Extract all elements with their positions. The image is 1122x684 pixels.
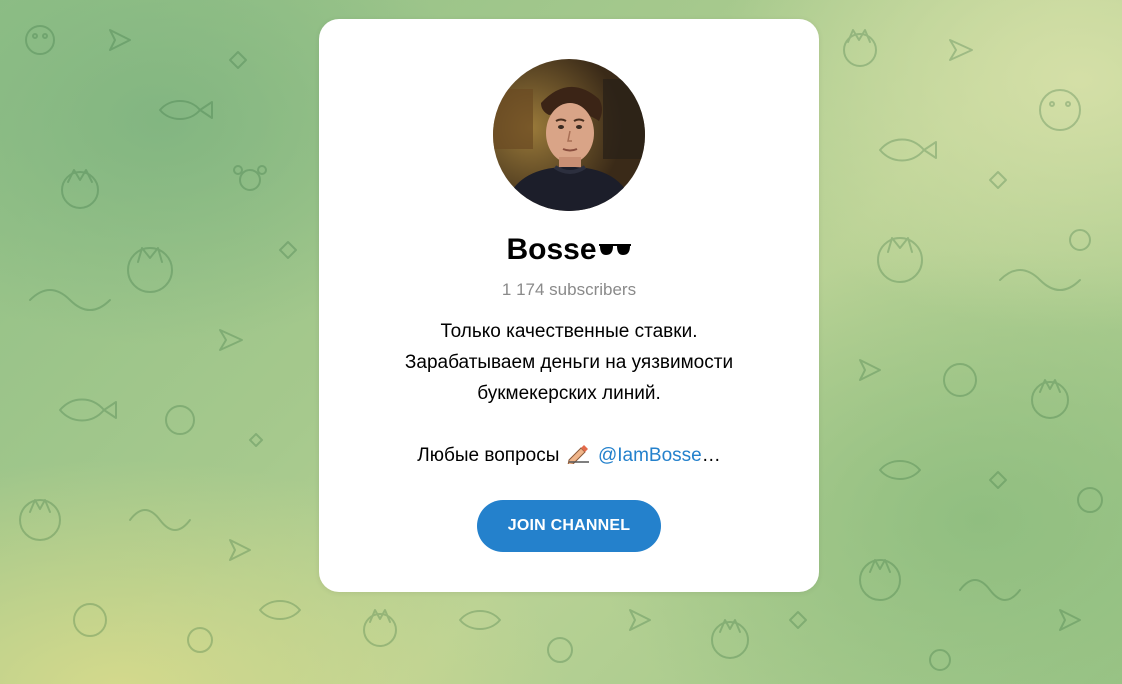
contact-prefix: Любые вопросы	[417, 445, 560, 466]
avatar-photo	[493, 59, 645, 211]
writing-hand-icon	[567, 445, 589, 464]
description-line: Зарабатываем деньги на уязвимости	[404, 352, 734, 373]
join-channel-button[interactable]: JOIN CHANNEL	[477, 500, 661, 552]
contact-ellipsis: …	[701, 445, 721, 466]
channel-card: Bosse 1 174 subscribers Только качествен…	[319, 19, 819, 592]
contact-line: Любые вопросы @IamBosse…	[339, 440, 799, 471]
channel-description: Только качественные ставки. Зарабатываем…	[339, 316, 799, 471]
channel-title: Bosse	[319, 230, 819, 270]
channel-name: Bosse	[506, 233, 597, 266]
channel-avatar	[493, 59, 645, 211]
subscriber-count: 1 174 subscribers	[501, 280, 637, 299]
description-spacer	[339, 409, 799, 440]
contact-mention-link[interactable]: @IamBosse	[598, 445, 702, 466]
description-line: Только качественные ставки.	[440, 321, 698, 342]
description-line: букмекерских линий.	[477, 383, 661, 404]
sunglasses-icon	[598, 244, 631, 255]
